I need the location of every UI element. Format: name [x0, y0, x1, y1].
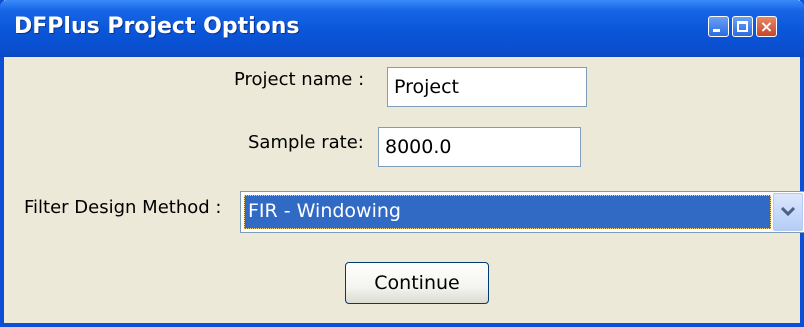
project-name-input[interactable]: Project — [387, 67, 587, 107]
close-icon: × — [759, 17, 774, 36]
filter-design-method-label: Filter Design Method : — [24, 197, 222, 218]
filter-design-method-select[interactable]: FIR - Windowing — [240, 191, 804, 233]
title-bar[interactable]: DFPlus Project Options × — [0, 0, 804, 57]
dropdown-button[interactable] — [773, 193, 803, 231]
project-options-window: DFPlus Project Options × Project name : … — [0, 0, 804, 327]
close-button[interactable]: × — [756, 16, 777, 37]
maximize-button[interactable] — [732, 16, 753, 37]
window-title: DFPlus Project Options — [14, 14, 300, 39]
form-area: Project name : Project Sample rate: 8000… — [4, 57, 804, 323]
minimize-button[interactable] — [708, 16, 729, 37]
filter-design-method-value[interactable]: FIR - Windowing — [244, 195, 771, 229]
minimize-icon — [713, 29, 720, 32]
continue-button[interactable]: Continue — [345, 262, 489, 304]
sample-rate-label: Sample rate: — [248, 132, 364, 153]
chevron-down-icon — [781, 207, 795, 217]
maximize-icon — [737, 21, 748, 32]
project-name-label: Project name : — [234, 69, 365, 90]
sample-rate-input[interactable]: 8000.0 — [378, 127, 581, 167]
